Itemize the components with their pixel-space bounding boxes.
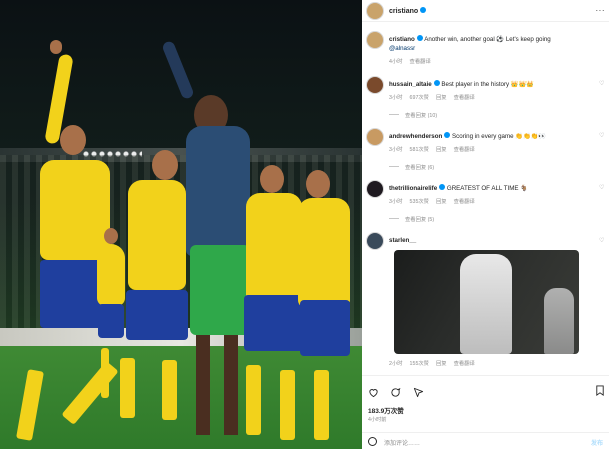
comment-reply-link[interactable]: 回复: [436, 95, 447, 101]
verified-icon: [420, 7, 427, 13]
comment-likes[interactable]: 155次赞: [410, 361, 429, 367]
author-username-text[interactable]: cristiano: [389, 8, 418, 15]
like-heart-icon[interactable]: [368, 387, 379, 398]
add-comment-bar: 添加评论…… 发布: [362, 432, 609, 449]
comment-like-heart-icon[interactable]: ♡: [599, 81, 605, 87]
comment-translate-link[interactable]: 查看翻译: [454, 147, 475, 153]
comment-gif[interactable]: [394, 250, 579, 354]
comment-like-heart-icon[interactable]: ♡: [599, 238, 605, 244]
actions-divider: [362, 375, 609, 376]
player-figure: [95, 228, 127, 408]
comment-reply-link[interactable]: 回复: [436, 361, 447, 367]
caption-translate-link[interactable]: 查看翻译: [410, 59, 431, 65]
caption-mention[interactable]: @alnassr: [389, 45, 415, 52]
comment-meta: 3小时 697次赞 回复 查看翻译: [389, 93, 482, 101]
comment-like-heart-icon[interactable]: ♡: [599, 185, 605, 191]
comment-time: 2小时: [389, 361, 403, 367]
comment-time: 3小时: [389, 95, 403, 101]
verified-icon: [433, 80, 440, 86]
comment: hussain_altaie Best player in the histor…: [389, 80, 534, 88]
comment-username[interactable]: thetrillionairelife: [389, 185, 437, 192]
caption-username[interactable]: cristiano: [389, 36, 415, 43]
comments-panel: cristiano ··· cristiano Another win, ano…: [362, 0, 609, 449]
caption: cristiano Another win, another goal ⚽️ L…: [389, 35, 551, 43]
comment-text: Scoring in every game 👏👏👏👀: [452, 133, 547, 140]
comment-meta: 2小时 155次赞 回复 查看翻译: [389, 359, 482, 367]
comment-avatar[interactable]: [367, 233, 383, 249]
comment-reply-link[interactable]: 回复: [436, 199, 447, 205]
comment-username[interactable]: andrewhenderson: [389, 133, 442, 140]
caption-meta: 4小时 查看翻译: [389, 57, 438, 65]
emoji-icon[interactable]: [368, 437, 377, 446]
replies-divider: [389, 218, 399, 219]
post-header: cristiano ···: [362, 0, 609, 22]
post-comment-button[interactable]: 发布: [591, 438, 603, 447]
comment-username[interactable]: starlen__: [389, 237, 416, 244]
post-photo[interactable]: [0, 0, 362, 449]
more-options-icon[interactable]: ···: [596, 6, 606, 15]
author-avatar[interactable]: [367, 3, 383, 19]
comment: starlen__: [389, 237, 416, 244]
gif-figure: [460, 254, 512, 354]
comment: andrewhenderson Scoring in every game 👏👏…: [389, 132, 546, 140]
verified-icon: [439, 184, 446, 190]
replies-divider: [389, 166, 399, 167]
view-replies-text[interactable]: 查看回复 (6): [405, 165, 434, 171]
comment-translate-link[interactable]: 查看翻译: [454, 95, 475, 101]
add-comment-input[interactable]: 添加评论……: [384, 438, 420, 447]
bookmark-icon[interactable]: [595, 385, 605, 396]
comment-likes[interactable]: 697次赞: [410, 95, 429, 101]
comment-text: Best player in the history 👑👑👑: [441, 81, 534, 88]
comment-translate-link[interactable]: 查看翻译: [454, 199, 475, 205]
author-username[interactable]: cristiano: [389, 7, 427, 15]
comment-avatar[interactable]: [367, 181, 383, 197]
verified-icon: [416, 35, 423, 41]
replies-divider: [389, 114, 399, 115]
comment-avatar[interactable]: [367, 77, 383, 93]
comment-username[interactable]: hussain_altaie: [389, 81, 432, 88]
comment-likes[interactable]: 581次赞: [410, 147, 429, 153]
caption-text: Another win, another goal ⚽️ Let's keep …: [424, 36, 551, 43]
view-replies-link[interactable]: 查看回复 (5): [389, 215, 434, 223]
comment-time: 3小时: [389, 147, 403, 153]
view-replies-link[interactable]: 查看回复 (6): [389, 163, 434, 171]
caption-time: 4小时: [389, 59, 403, 65]
comment-time: 3小时: [389, 199, 403, 205]
comment-avatar[interactable]: [367, 129, 383, 145]
action-bar: [368, 385, 431, 398]
verified-icon: [444, 132, 451, 138]
gif-figure: [544, 288, 574, 354]
view-replies-text[interactable]: 查看回复 (10): [405, 113, 437, 119]
view-replies-link[interactable]: 查看回复 (10): [389, 111, 437, 119]
view-replies-text[interactable]: 查看回复 (5): [405, 217, 434, 223]
player-figure: [296, 170, 356, 449]
comment-bubble-icon[interactable]: [390, 387, 401, 398]
share-send-icon[interactable]: [413, 387, 424, 398]
comment-likes[interactable]: 535次赞: [410, 199, 429, 205]
comment-meta: 3小时 535次赞 回复 查看翻译: [389, 197, 482, 205]
comment-translate-link[interactable]: 查看翻译: [454, 361, 475, 367]
comment-text: GREATEST OF ALL TIME 🐐: [446, 185, 528, 192]
likes-count[interactable]: 183.9万次赞: [368, 405, 404, 415]
caption-avatar[interactable]: [367, 32, 383, 48]
comment-reply-link[interactable]: 回复: [436, 147, 447, 153]
post-time: 4小时前: [368, 417, 387, 423]
comment-meta: 3小时 581次赞 回复 查看翻译: [389, 145, 482, 153]
comment-like-heart-icon[interactable]: ♡: [599, 133, 605, 139]
comment: thetrillionairelife GREATEST OF ALL TIME…: [389, 184, 528, 192]
